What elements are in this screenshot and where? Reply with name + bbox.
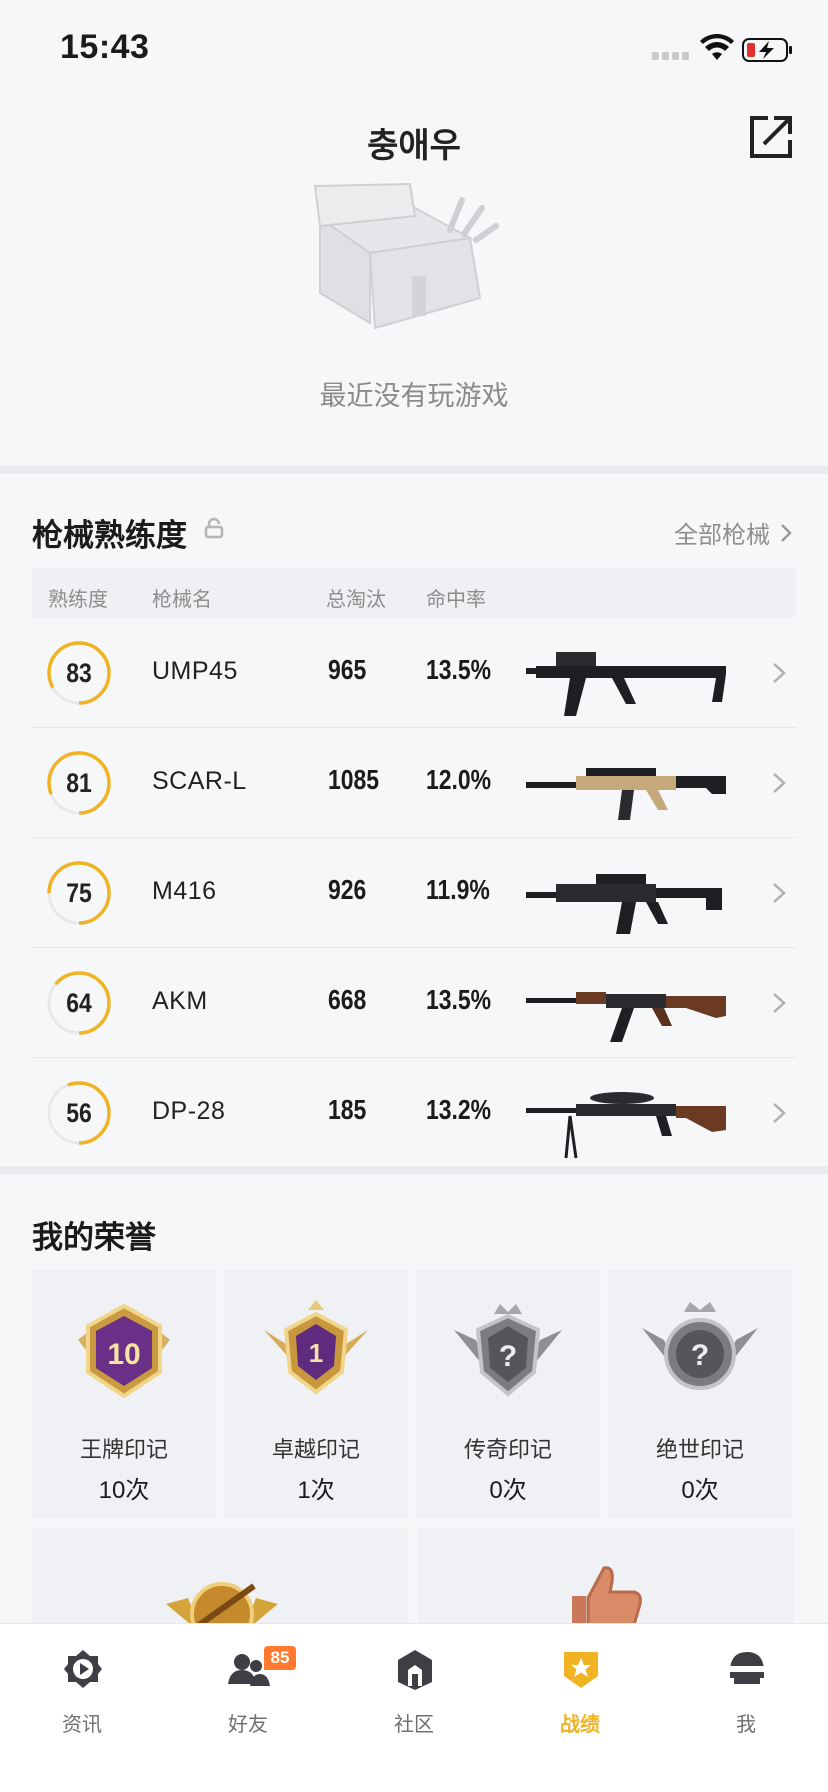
ace-emblem-icon: 10 bbox=[78, 1303, 170, 1399]
proficiency-value: 81 bbox=[66, 768, 92, 798]
weapon-row[interactable]: 75 M416 926 11.9% bbox=[32, 838, 796, 948]
status-time: 15:43 bbox=[60, 28, 150, 66]
weapon-name: M416 bbox=[152, 877, 217, 905]
news-play-icon bbox=[64, 1650, 102, 1688]
honor-count: 0次 bbox=[489, 1477, 527, 1504]
weapon-accuracy: 11.9% bbox=[426, 874, 490, 905]
honor-name: 传奇印记 bbox=[463, 1437, 552, 1462]
weapon-row[interactable]: 81 SCAR-L 1085 12.0% bbox=[32, 728, 796, 838]
tab-me[interactable]: 我 bbox=[686, 1638, 806, 1738]
tab-label: 资讯 bbox=[62, 1714, 102, 1736]
weapon-image bbox=[526, 652, 726, 716]
honor-count: 0次 bbox=[681, 1477, 719, 1504]
chevron-right-icon bbox=[773, 993, 786, 1013]
peerless-emblem-mark: ? bbox=[691, 1339, 709, 1372]
weapon-row[interactable]: 64 AKM 668 13.5% bbox=[32, 948, 796, 1058]
chevron-right-icon bbox=[773, 663, 786, 683]
empty-box-illustration bbox=[313, 182, 499, 330]
tab-news[interactable]: 资讯 bbox=[22, 1638, 142, 1738]
weapon-eliminations: 926 bbox=[328, 874, 367, 905]
weapon-image bbox=[526, 992, 726, 1042]
weapon-row[interactable]: 56 DP-28 185 13.2% bbox=[32, 1058, 796, 1168]
proficiency-value: 83 bbox=[66, 658, 92, 688]
community-icon bbox=[398, 1650, 432, 1690]
helmet-icon bbox=[730, 1652, 764, 1684]
tab-records[interactable]: 战绩 bbox=[520, 1638, 640, 1738]
tab-label: 我 bbox=[736, 1714, 756, 1736]
honor-name: 王牌印记 bbox=[79, 1437, 168, 1462]
no-recent-games-text: 最近没有玩游戏 bbox=[319, 381, 509, 411]
chevron-right-icon bbox=[781, 523, 792, 542]
honor-card-excellence[interactable]: 1 卓越印记 1次 bbox=[224, 1270, 408, 1518]
weapon-eliminations: 185 bbox=[328, 1094, 367, 1125]
bottom-tab-bar: 资讯 85 好友 社区 战绩 我 bbox=[0, 1624, 828, 1792]
weapon-accuracy: 13.2% bbox=[426, 1094, 492, 1125]
honor-name: 绝世印记 bbox=[655, 1437, 744, 1462]
battery-charging-icon bbox=[742, 38, 792, 62]
weapon-eliminations: 668 bbox=[328, 984, 367, 1015]
col-accuracy: 命中率 bbox=[426, 589, 486, 611]
lock-icon[interactable] bbox=[204, 517, 224, 539]
tab-community[interactable]: 社区 bbox=[354, 1638, 474, 1738]
weapon-table-header: 熟练度 枪械名 总淘汰 命中率 bbox=[32, 568, 796, 618]
legend-emblem-locked-icon: ? bbox=[454, 1304, 562, 1397]
proficiency-value: 64 bbox=[66, 988, 92, 1018]
weapon-name: UMP45 bbox=[152, 657, 238, 685]
honor-count: 1次 bbox=[297, 1477, 335, 1504]
tab-friends[interactable]: 85 好友 bbox=[188, 1638, 308, 1738]
excellence-emblem-icon: 1 bbox=[264, 1300, 368, 1395]
legend-emblem-mark: ? bbox=[499, 1340, 517, 1373]
proficiency-value: 75 bbox=[66, 878, 92, 908]
friends-count-badge: 85 bbox=[264, 1646, 296, 1670]
tab-label: 社区 bbox=[394, 1714, 434, 1736]
weapon-accuracy: 13.5% bbox=[426, 654, 492, 685]
weapon-eliminations: 1085 bbox=[328, 764, 380, 795]
all-weapons-label: 全部枪械 bbox=[674, 522, 770, 549]
honor-card-legend[interactable]: ? 传奇印记 0次 bbox=[416, 1270, 600, 1518]
weapon-name: DP-28 bbox=[152, 1097, 226, 1125]
weapon-eliminations: 965 bbox=[328, 654, 367, 685]
tab-label: 好友 bbox=[228, 1714, 268, 1736]
ace-emblem-number: 10 bbox=[107, 1338, 140, 1371]
cellular-signal-icon bbox=[652, 52, 692, 62]
chevron-right-icon bbox=[773, 773, 786, 793]
weapon-row[interactable]: 83 UMP45 965 13.5% bbox=[32, 618, 796, 728]
honor-card-partial[interactable] bbox=[32, 1528, 408, 1638]
section-divider bbox=[0, 1166, 828, 1174]
honor-card-partial[interactable] bbox=[418, 1528, 794, 1638]
weapon-image bbox=[526, 874, 722, 934]
weapon-proficiency-title: 枪械熟练度 bbox=[32, 518, 187, 553]
peerless-emblem-locked-icon: ? bbox=[642, 1302, 758, 1390]
weapon-accuracy: 12.0% bbox=[426, 764, 492, 795]
weapon-accuracy: 13.5% bbox=[426, 984, 492, 1015]
honor-name: 卓越印记 bbox=[271, 1437, 360, 1462]
chevron-right-icon bbox=[773, 1103, 786, 1123]
tab-label: 战绩 bbox=[560, 1714, 600, 1736]
record-shield-icon bbox=[564, 1652, 598, 1688]
col-weapon-name: 枪械名 bbox=[152, 589, 212, 611]
honor-card-peerless[interactable]: ? 绝世印记 0次 bbox=[608, 1270, 792, 1518]
my-honors-title: 我的荣誉 bbox=[32, 1220, 156, 1255]
wifi-icon bbox=[700, 34, 734, 60]
status-bar: 15:43 bbox=[0, 0, 828, 100]
weapon-image bbox=[526, 1092, 726, 1159]
player-name-title: 충애우 bbox=[367, 127, 461, 165]
honor-card-ace[interactable]: 10 王牌印记 10次 bbox=[32, 1270, 216, 1518]
weapon-name: AKM bbox=[152, 987, 208, 1015]
section-divider bbox=[0, 466, 828, 474]
col-eliminations: 总淘汰 bbox=[326, 589, 386, 611]
col-proficiency: 熟练度 bbox=[48, 589, 108, 611]
weapon-name: SCAR-L bbox=[152, 767, 247, 795]
excellence-emblem-number: 1 bbox=[309, 1338, 323, 1368]
honor-count: 10次 bbox=[98, 1477, 150, 1504]
all-weapons-link[interactable]: 全部枪械 bbox=[674, 515, 792, 550]
proficiency-value: 56 bbox=[66, 1098, 92, 1128]
share-external-icon[interactable] bbox=[748, 114, 794, 160]
chevron-right-icon bbox=[773, 883, 786, 903]
weapon-image bbox=[526, 768, 726, 820]
